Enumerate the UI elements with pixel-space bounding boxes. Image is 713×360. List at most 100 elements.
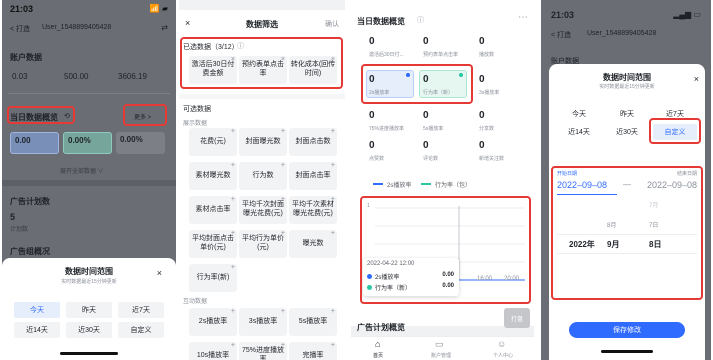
end-label: 结束日期: [676, 171, 697, 177]
metric-label: 行为率（新）: [423, 90, 454, 96]
picker-cell[interactable]: 7日: [649, 220, 658, 229]
option-30days[interactable]: 近30天: [66, 322, 112, 338]
help-icon[interactable]: ⓘ: [237, 41, 244, 51]
back-button[interactable]: < 打造: [551, 30, 571, 40]
selected-chip-3[interactable]: 转化成本(回传时间) ×: [289, 56, 337, 84]
overview-title: 当日数据概览: [357, 17, 405, 26]
option-yesterday[interactable]: 昨天: [605, 106, 649, 122]
add-icon[interactable]: +: [231, 128, 235, 137]
metric-card-3[interactable]: 0.00%: [116, 132, 165, 154]
display-metric-chip[interactable]: 平均封面点击单价(元) +: [189, 230, 237, 258]
option-today[interactable]: 今天: [14, 302, 60, 318]
refresh-icon[interactable]: ⟲: [64, 112, 70, 120]
divider: [8, 84, 170, 94]
display-metric-chip[interactable]: 行为数 +: [239, 162, 287, 190]
confirm-button[interactable]: 确认: [325, 19, 339, 29]
expand-link[interactable]: 展开全部数据 ∨: [60, 166, 104, 175]
add-icon[interactable]: +: [281, 128, 285, 137]
close-icon[interactable]: ×: [694, 74, 699, 84]
add-icon[interactable]: +: [331, 162, 335, 171]
display-metric-chip[interactable]: 素材曝光数 +: [189, 162, 237, 190]
remove-icon[interactable]: ×: [281, 56, 285, 65]
nav-home[interactable]: 首页: [373, 352, 383, 359]
add-icon[interactable]: +: [281, 162, 285, 171]
add-icon[interactable]: +: [331, 196, 335, 205]
display-metric-chip-label: 素材曝光数: [195, 171, 231, 179]
dot-icon: [406, 73, 410, 77]
add-icon[interactable]: +: [331, 230, 335, 239]
picker-year[interactable]: 2022年: [569, 239, 595, 250]
add-icon[interactable]: +: [231, 264, 235, 273]
display-metric-chip[interactable]: 素材点击率 +: [189, 196, 237, 224]
add-icon[interactable]: +: [231, 230, 235, 239]
option-14days[interactable]: 近14天: [14, 322, 60, 338]
interaction-metric-chip[interactable]: 75%进度播放率 +: [239, 342, 287, 360]
display-metric-chip[interactable]: 封面点击率 +: [289, 162, 337, 190]
metric-card-1[interactable]: 0.00: [10, 132, 59, 154]
picker-cell[interactable]: 7月: [649, 200, 658, 209]
display-metric-chip[interactable]: 平均千次封面曝光花费(元) +: [239, 196, 287, 224]
interaction-metric-chip[interactable]: 10s播放率 +: [189, 342, 237, 360]
swap-icon[interactable]: ⇄: [161, 23, 168, 32]
add-icon[interactable]: +: [331, 342, 335, 351]
add-icon[interactable]: +: [281, 342, 285, 351]
display-metric-chip[interactable]: 平均千次素材曝光花费(元) +: [289, 196, 337, 224]
option-yesterday[interactable]: 昨天: [66, 302, 112, 318]
add-icon[interactable]: +: [331, 308, 335, 317]
display-metric-chip[interactable]: 花费(元) +: [189, 128, 237, 156]
display-metric-chip[interactable]: 行为率(新) +: [189, 264, 237, 292]
option-custom[interactable]: 自定义: [118, 322, 164, 338]
add-icon[interactable]: +: [331, 128, 335, 137]
add-icon[interactable]: +: [231, 308, 235, 317]
interaction-metric-chip[interactable]: 2s播放率 +: [189, 308, 237, 336]
add-icon[interactable]: +: [281, 196, 285, 205]
add-icon[interactable]: +: [231, 342, 235, 351]
display-metric-chip[interactable]: 封面点击数 +: [289, 128, 337, 156]
display-metric-chip[interactable]: 平均行为单价(元) +: [239, 230, 287, 258]
display-metric-chip-label: 平均千次封面曝光花费(元): [242, 201, 284, 217]
picker-month[interactable]: 9月: [607, 239, 619, 250]
more-icon[interactable]: ⋯: [518, 12, 528, 23]
metric-label: 分享数: [479, 126, 495, 132]
add-icon[interactable]: +: [231, 196, 235, 205]
group-b-label: 互动数据: [183, 299, 208, 305]
interaction-metric-chip[interactable]: 5s播放率 +: [289, 308, 337, 336]
user-icon[interactable]: ☺: [497, 339, 506, 349]
nav-profile[interactable]: 个人中心: [493, 352, 513, 359]
back-button[interactable]: < 打造: [10, 24, 30, 34]
picker-cell[interactable]: 8月: [607, 220, 616, 229]
add-icon[interactable]: +: [231, 162, 235, 171]
start-date[interactable]: 2022–09–08: [557, 180, 607, 190]
option-14days[interactable]: 近14天: [557, 124, 601, 140]
option-7days[interactable]: 近7天: [118, 302, 164, 318]
selected-chip-1[interactable]: 激活后30日付费金额 ×: [189, 56, 237, 84]
selected-chip-2[interactable]: 预约表单点击率 ×: [239, 56, 287, 84]
dot-icon: [367, 274, 372, 279]
help-icon[interactable]: ⓘ: [417, 15, 424, 25]
add-icon[interactable]: +: [281, 230, 285, 239]
metric-card-2[interactable]: 0.00%: [63, 132, 112, 154]
remove-icon[interactable]: ×: [231, 56, 235, 65]
display-metric-chip[interactable]: 封面曝光数 +: [239, 128, 287, 156]
more-link[interactable]: 更多 >: [134, 112, 151, 121]
ad-group-title: 广告组概况: [10, 247, 50, 256]
folder-icon[interactable]: ▭: [435, 339, 444, 350]
fab-button[interactable]: 打盘: [504, 308, 530, 328]
option-today[interactable]: 今天: [557, 106, 601, 122]
save-button[interactable]: 保存修改: [569, 322, 685, 338]
end-date[interactable]: 2022–09–08: [647, 180, 697, 190]
interaction-metric-chip-label: 完播率: [302, 351, 324, 359]
option-30days[interactable]: 近30天: [605, 124, 649, 140]
option-custom[interactable]: 自定义: [653, 124, 697, 140]
remove-icon[interactable]: ×: [331, 56, 335, 65]
interaction-metric-chip[interactable]: 完播率 +: [289, 342, 337, 360]
close-icon[interactable]: ×: [157, 268, 162, 278]
nav-account[interactable]: 账户管理: [431, 352, 451, 359]
interaction-metric-chip[interactable]: 3s播放率 +: [239, 308, 287, 336]
option-7days[interactable]: 近7天: [653, 106, 697, 122]
picker-day[interactable]: 8日: [649, 239, 661, 250]
add-icon[interactable]: +: [281, 308, 285, 317]
home-icon[interactable]: ⌂: [375, 339, 380, 349]
display-metric-chip[interactable]: 曝光数 +: [289, 230, 337, 258]
metric-value: 0: [369, 110, 375, 121]
